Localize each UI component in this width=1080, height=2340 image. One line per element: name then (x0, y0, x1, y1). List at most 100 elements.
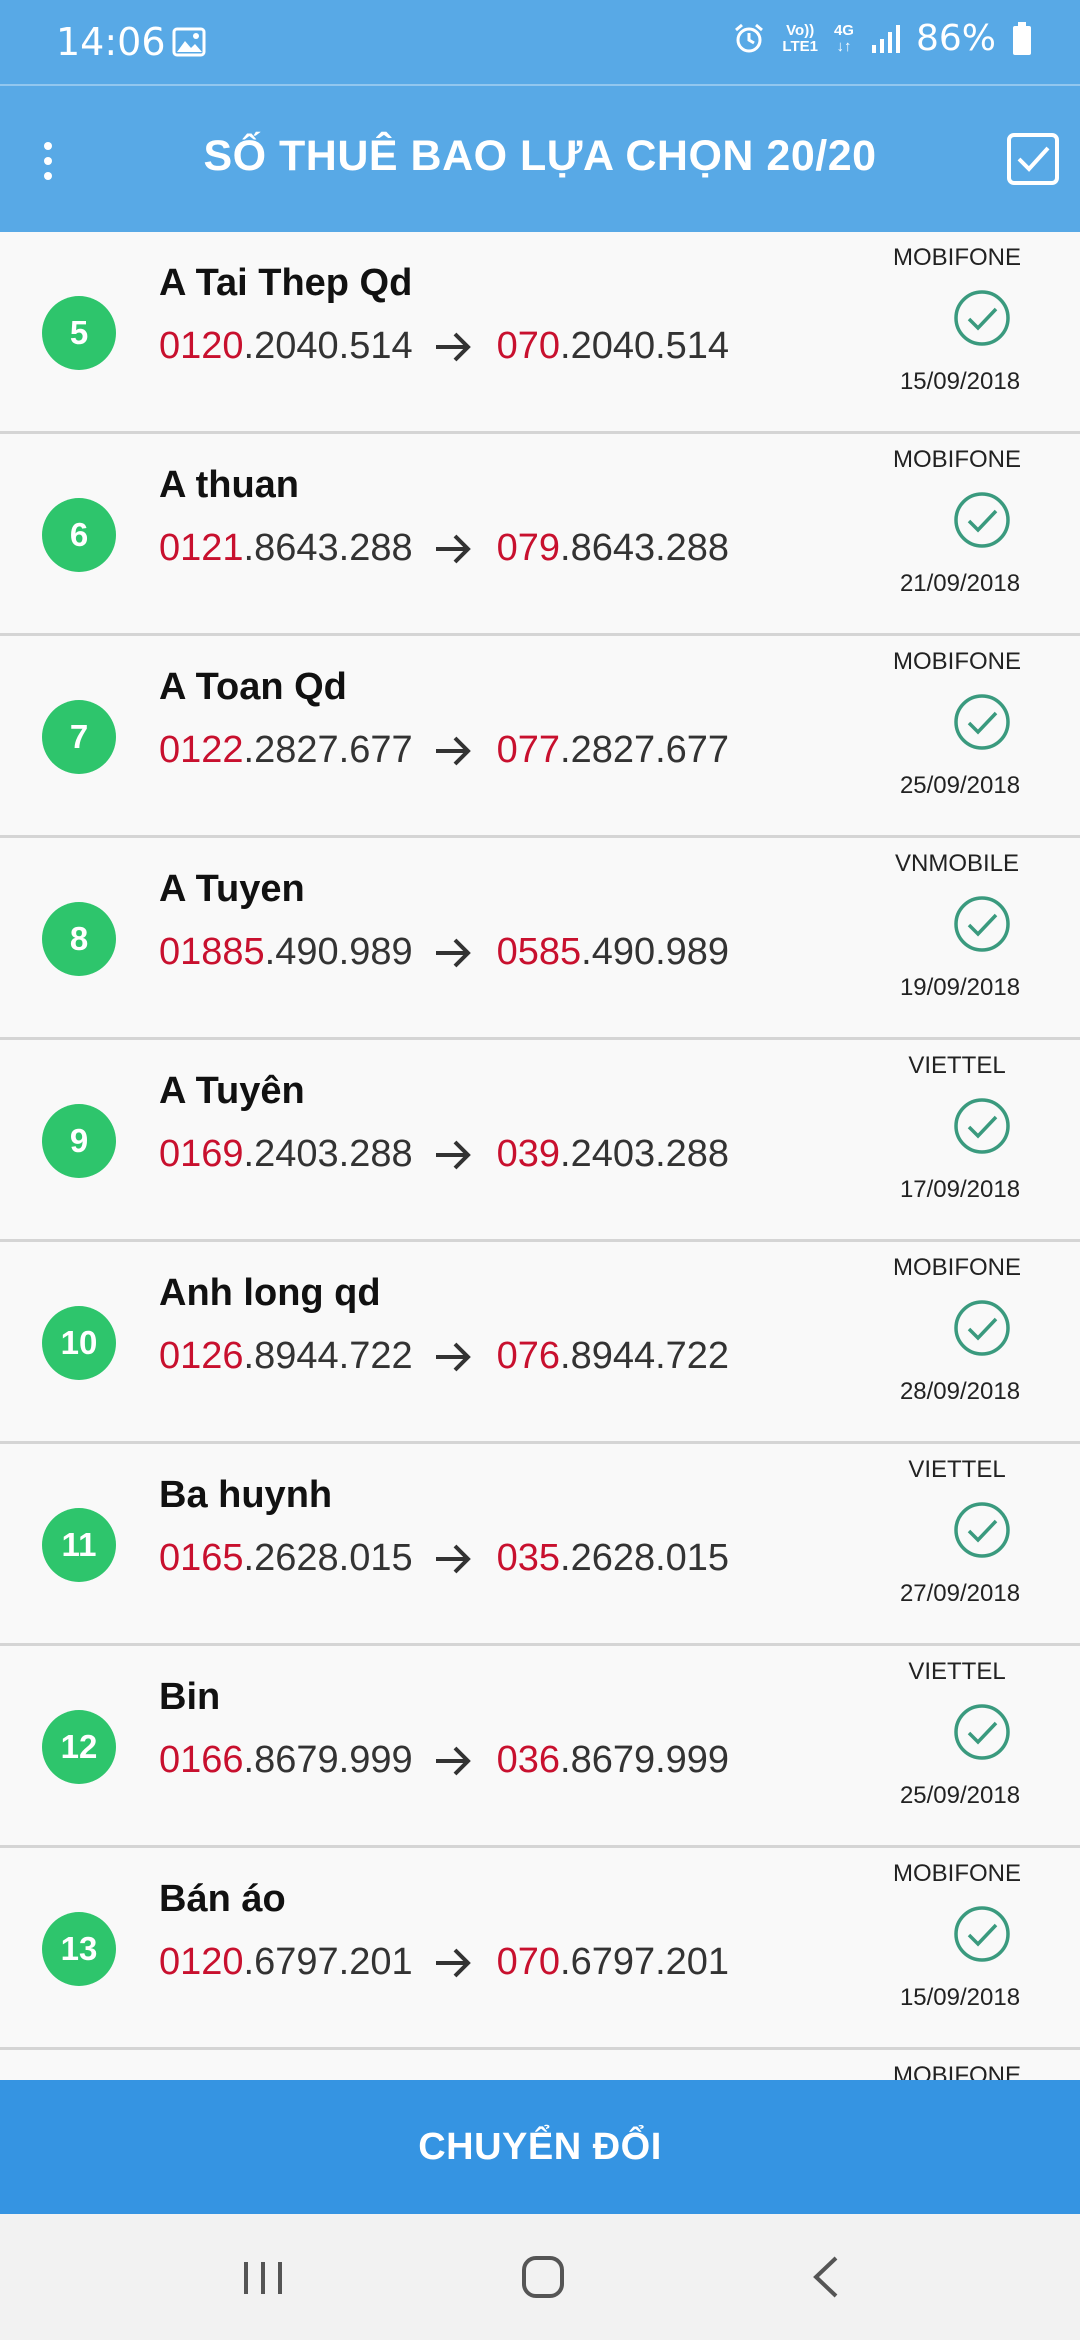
old-number: .2628.015 (243, 1537, 413, 1579)
carrier-label: MOBIFONE (892, 244, 1021, 271)
contact-name: Bán áo (159, 1878, 286, 1920)
old-number: .8643.288 (243, 527, 413, 569)
carrier-label: VIETTEL (908, 1052, 1006, 1079)
date-label: 28/09/2018 (899, 1378, 1021, 1405)
carrier-label: MOBIFONE (892, 648, 1021, 675)
new-prefix: 036 (496, 1739, 561, 1781)
date-label: 15/09/2018 (899, 1984, 1021, 2011)
new-prefix: 076 (496, 1335, 561, 1377)
page-title: SỐ THUÊ BAO LỰA CHỌN 20/20 (203, 132, 877, 180)
index-badge: 7 (42, 700, 116, 774)
carrier-label: MOBIFONE (892, 446, 1021, 473)
new-number: .2628.015 (560, 1537, 730, 1579)
list-item[interactable]: 11 Ba huynh 0165.2628.015 035.2628.015 V… (0, 1444, 1080, 1646)
check-circle-icon[interactable] (952, 288, 1012, 348)
recent-apps-icon[interactable] (240, 2258, 286, 2298)
date-label: 25/09/2018 (899, 772, 1021, 799)
carrier-label: MOBIFONE (892, 2062, 1021, 2080)
new-prefix: 039 (496, 1133, 561, 1175)
arrow-right-icon (435, 1544, 471, 1573)
new-number: .2040.514 (560, 325, 730, 367)
check-circle-icon[interactable] (952, 894, 1012, 954)
old-number: .2403.288 (243, 1133, 413, 1175)
list-item[interactable]: 6 A thuan 0121.8643.288 079.8643.288 MOB… (0, 434, 1080, 636)
list-item[interactable]: 5 A Tai Thep Qd 0120.2040.514 070.2040.5… (0, 232, 1080, 434)
check-circle-icon[interactable] (952, 1702, 1012, 1762)
contact-name: A Tuyên (159, 1070, 305, 1112)
contact-name: A Tuyen (159, 868, 305, 910)
number-conversion: 0120.2040.514 070.2040.514 (159, 325, 729, 368)
old-prefix: 0126 (159, 1335, 244, 1377)
status-bar: 14:06 Vo)) LTE1 4G ↓↑ 86% (0, 0, 1080, 86)
old-prefix: 0121 (159, 527, 244, 569)
check-circle-icon[interactable] (952, 490, 1012, 550)
list-item-partial[interactable]: MOBIFONE (0, 2050, 1080, 2080)
new-number: .2827.677 (560, 729, 730, 771)
date-label: 15/09/2018 (899, 368, 1021, 395)
carrier-label: MOBIFONE (892, 1254, 1021, 1281)
old-prefix: 01885 (159, 931, 265, 973)
list-item[interactable]: 12 Bin 0166.8679.999 036.8679.999 VIETTE… (0, 1646, 1080, 1848)
check-circle-icon[interactable] (952, 1904, 1012, 1964)
old-number: .8679.999 (243, 1739, 413, 1781)
network-type-indicator: 4G ↓↑ (833, 21, 854, 55)
new-number: .2403.288 (560, 1133, 730, 1175)
arrow-right-icon (435, 938, 471, 967)
new-prefix: 070 (496, 325, 561, 367)
list-item[interactable]: 8 A Tuyen 01885.490.989 0585.490.989 VNM… (0, 838, 1080, 1040)
gallery-notification-icon (172, 27, 206, 57)
new-number: .490.989 (581, 931, 730, 973)
battery-percent: 86% (915, 18, 996, 59)
arrow-right-icon (435, 1746, 471, 1775)
index-badge: 8 (42, 902, 116, 976)
number-conversion: 0165.2628.015 035.2628.015 (159, 1537, 729, 1580)
contact-name: Ba huynh (159, 1474, 333, 1516)
date-label: 19/09/2018 (899, 974, 1021, 1001)
back-icon[interactable] (808, 2254, 844, 2300)
date-label: 21/09/2018 (899, 570, 1021, 597)
check-circle-icon[interactable] (952, 1500, 1012, 1560)
select-all-checkbox[interactable] (1006, 132, 1060, 186)
new-prefix: 070 (496, 1941, 561, 1983)
contact-list[interactable]: 5 A Tai Thep Qd 0120.2040.514 070.2040.5… (0, 232, 1080, 2080)
index-badge: 9 (42, 1104, 116, 1178)
contact-name: A Tai Thep Qd (159, 262, 413, 304)
old-prefix: 0165 (159, 1537, 244, 1579)
app-bar: SỐ THUÊ BAO LỰA CHỌN 20/20 (0, 86, 1080, 232)
arrow-right-icon (435, 1342, 471, 1371)
contact-name: A Toan Qd (159, 666, 347, 708)
list-item[interactable]: 13 Bán áo 0120.6797.201 070.6797.201 MOB… (0, 1848, 1080, 2050)
new-number: .8944.722 (560, 1335, 730, 1377)
number-conversion: 0166.8679.999 036.8679.999 (159, 1739, 729, 1782)
index-badge: 13 (42, 1912, 116, 1986)
contact-name: Bin (159, 1676, 221, 1718)
system-nav-bar (0, 2214, 1080, 2340)
carrier-label: MOBIFONE (892, 1860, 1021, 1887)
carrier-label: VNMOBILE (894, 850, 1020, 877)
check-circle-icon[interactable] (952, 1096, 1012, 1156)
number-conversion: 0169.2403.288 039.2403.288 (159, 1133, 729, 1176)
old-prefix: 0120 (159, 325, 244, 367)
number-conversion: 0122.2827.677 077.2827.677 (159, 729, 729, 772)
index-badge: 6 (42, 498, 116, 572)
check-circle-icon[interactable] (952, 692, 1012, 752)
number-conversion: 0126.8944.722 076.8944.722 (159, 1335, 729, 1378)
contact-name: Anh long qd (159, 1272, 381, 1314)
list-item[interactable]: 7 A Toan Qd 0122.2827.677 077.2827.677 M… (0, 636, 1080, 838)
number-conversion: 0121.8643.288 079.8643.288 (159, 527, 729, 570)
contact-name: A thuan (159, 464, 300, 506)
index-badge: 5 (42, 296, 116, 370)
check-circle-icon[interactable] (952, 1298, 1012, 1358)
new-number: .6797.201 (560, 1941, 730, 1983)
old-number: .8944.722 (243, 1335, 413, 1377)
old-prefix: 0120 (159, 1941, 244, 1983)
old-number: .2827.677 (243, 729, 413, 771)
list-item[interactable]: 10 Anh long qd 0126.8944.722 076.8944.72… (0, 1242, 1080, 1444)
convert-button[interactable]: CHUYỂN ĐỔI (0, 2080, 1080, 2214)
alarm-icon (735, 23, 764, 52)
old-prefix: 0166 (159, 1739, 244, 1781)
old-number: .490.989 (264, 931, 413, 973)
home-icon[interactable] (520, 2254, 566, 2300)
arrow-right-icon (435, 736, 471, 765)
list-item[interactable]: 9 A Tuyên 0169.2403.288 039.2403.288 VIE… (0, 1040, 1080, 1242)
